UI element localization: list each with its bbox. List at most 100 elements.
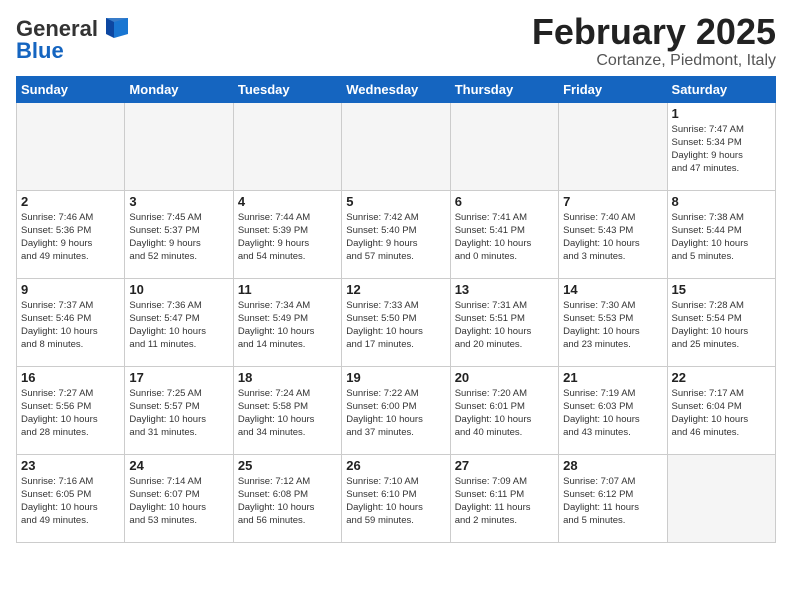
calendar-cell: 14 Sunrise: 7:30 AM Sunset: 5:53 PM Dayli… [559,278,667,366]
day-info: Sunrise: 7:17 AM Sunset: 6:04 PM Dayligh… [672,387,771,440]
day-info: Sunrise: 7:34 AM Sunset: 5:49 PM Dayligh… [238,299,337,352]
day-info: Sunrise: 7:31 AM Sunset: 5:51 PM Dayligh… [455,299,554,352]
calendar-cell: 1 Sunrise: 7:47 AM Sunset: 5:34 PM Daylig… [667,102,775,190]
logo: General Blue [16,16,130,64]
day-number: 12 [346,282,445,297]
calendar-week-2: 9 Sunrise: 7:37 AM Sunset: 5:46 PM Daylig… [17,278,776,366]
day-number: 20 [455,370,554,385]
weekday-header-row: Sunday Monday Tuesday Wednesday Thursday… [17,76,776,102]
day-number: 8 [672,194,771,209]
calendar-cell: 15 Sunrise: 7:28 AM Sunset: 5:54 PM Dayli… [667,278,775,366]
day-info: Sunrise: 7:36 AM Sunset: 5:47 PM Dayligh… [129,299,228,352]
day-info: Sunrise: 7:44 AM Sunset: 5:39 PM Dayligh… [238,211,337,264]
day-info: Sunrise: 7:14 AM Sunset: 6:07 PM Dayligh… [129,475,228,528]
logo-icon [98,16,130,42]
day-number: 26 [346,458,445,473]
calendar-cell: 6 Sunrise: 7:41 AM Sunset: 5:41 PM Daylig… [450,190,558,278]
calendar-cell: 28Sunrise: 7:07 AM Sunset: 6:12 PM Dayli… [559,454,667,542]
calendar-cell: 26 Sunrise: 7:10 AM Sunset: 6:10 PM Dayli… [342,454,450,542]
calendar-cell [450,102,558,190]
header-thursday: Thursday [450,76,558,102]
page-container: General Blue February 2025 Cortanze, Pie… [0,0,792,551]
day-number: 17 [129,370,228,385]
day-number: 14 [563,282,662,297]
logo-text: General Blue [16,16,130,64]
calendar-week-1: 2 Sunrise: 7:46 AM Sunset: 5:36 PM Daylig… [17,190,776,278]
day-info: Sunrise: 7:24 AM Sunset: 5:58 PM Dayligh… [238,387,337,440]
calendar-cell: 13 Sunrise: 7:31 AM Sunset: 5:51 PM Dayli… [450,278,558,366]
day-number: 9 [21,282,120,297]
calendar-week-4: 23 Sunrise: 7:16 AM Sunset: 6:05 PM Dayli… [17,454,776,542]
month-title: February 2025 [532,12,776,52]
day-number: 25 [238,458,337,473]
day-info: Sunrise: 7:22 AM Sunset: 6:00 PM Dayligh… [346,387,445,440]
day-info: Sunrise: 7:37 AM Sunset: 5:46 PM Dayligh… [21,299,120,352]
header: General Blue February 2025 Cortanze, Pie… [16,12,776,70]
day-number: 7 [563,194,662,209]
calendar-week-3: 16 Sunrise: 7:27 AM Sunset: 5:56 PM Dayli… [17,366,776,454]
calendar-cell: 25 Sunrise: 7:12 AM Sunset: 6:08 PM Dayli… [233,454,341,542]
header-sunday: Sunday [17,76,125,102]
day-info: Sunrise: 7:10 AM Sunset: 6:10 PM Dayligh… [346,475,445,528]
header-wednesday: Wednesday [342,76,450,102]
calendar-cell: 16 Sunrise: 7:27 AM Sunset: 5:56 PM Dayli… [17,366,125,454]
day-number: 15 [672,282,771,297]
day-info: Sunrise: 7:25 AM Sunset: 5:57 PM Dayligh… [129,387,228,440]
day-info: Sunrise: 7:30 AM Sunset: 5:53 PM Dayligh… [563,299,662,352]
day-info: Sunrise: 7:12 AM Sunset: 6:08 PM Dayligh… [238,475,337,528]
day-number: 21 [563,370,662,385]
day-info: Sunrise: 7:42 AM Sunset: 5:40 PM Dayligh… [346,211,445,264]
header-tuesday: Tuesday [233,76,341,102]
calendar-cell: 11 Sunrise: 7:34 AM Sunset: 5:49 PM Dayli… [233,278,341,366]
calendar-cell [233,102,341,190]
day-number: 2 [21,194,120,209]
day-info: Sunrise: 7:46 AM Sunset: 5:36 PM Dayligh… [21,211,120,264]
header-monday: Monday [125,76,233,102]
calendar-cell: 7 Sunrise: 7:40 AM Sunset: 5:43 PM Daylig… [559,190,667,278]
day-number: 16 [21,370,120,385]
calendar-cell: 23 Sunrise: 7:16 AM Sunset: 6:05 PM Dayli… [17,454,125,542]
calendar-cell [667,454,775,542]
day-number: 3 [129,194,228,209]
calendar-cell [559,102,667,190]
calendar-cell: 22 Sunrise: 7:17 AM Sunset: 6:04 PM Dayli… [667,366,775,454]
day-info: Sunrise: 7:45 AM Sunset: 5:37 PM Dayligh… [129,211,228,264]
day-number: 22 [672,370,771,385]
day-info: Sunrise: 7:41 AM Sunset: 5:41 PM Dayligh… [455,211,554,264]
day-number: 28 [563,458,662,473]
day-number: 23 [21,458,120,473]
header-saturday: Saturday [667,76,775,102]
calendar-cell: 17 Sunrise: 7:25 AM Sunset: 5:57 PM Dayli… [125,366,233,454]
calendar-cell: 4Sunrise: 7:44 AM Sunset: 5:39 PM Daylig… [233,190,341,278]
title-block: February 2025 Cortanze, Piedmont, Italy [532,12,776,70]
day-number: 10 [129,282,228,297]
day-info: Sunrise: 7:40 AM Sunset: 5:43 PM Dayligh… [563,211,662,264]
calendar-cell: 18Sunrise: 7:24 AM Sunset: 5:58 PM Dayli… [233,366,341,454]
day-info: Sunrise: 7:16 AM Sunset: 6:05 PM Dayligh… [21,475,120,528]
calendar-cell: 10 Sunrise: 7:36 AM Sunset: 5:47 PM Dayli… [125,278,233,366]
calendar-cell [342,102,450,190]
calendar-cell: 2 Sunrise: 7:46 AM Sunset: 5:36 PM Daylig… [17,190,125,278]
day-info: Sunrise: 7:27 AM Sunset: 5:56 PM Dayligh… [21,387,120,440]
day-number: 1 [672,106,771,121]
day-number: 11 [238,282,337,297]
calendar-cell: 3 Sunrise: 7:45 AM Sunset: 5:37 PM Daylig… [125,190,233,278]
location: Cortanze, Piedmont, Italy [532,52,776,70]
day-number: 24 [129,458,228,473]
day-number: 5 [346,194,445,209]
calendar-cell: 27Sunrise: 7:09 AM Sunset: 6:11 PM Dayli… [450,454,558,542]
calendar-cell: 24 Sunrise: 7:14 AM Sunset: 6:07 PM Dayli… [125,454,233,542]
day-number: 6 [455,194,554,209]
day-number: 27 [455,458,554,473]
day-info: Sunrise: 7:28 AM Sunset: 5:54 PM Dayligh… [672,299,771,352]
day-info: Sunrise: 7:47 AM Sunset: 5:34 PM Dayligh… [672,123,771,176]
calendar-cell [17,102,125,190]
calendar-cell: 9 Sunrise: 7:37 AM Sunset: 5:46 PM Daylig… [17,278,125,366]
calendar-table: Sunday Monday Tuesday Wednesday Thursday… [16,76,776,543]
calendar-cell: 20Sunrise: 7:20 AM Sunset: 6:01 PM Dayli… [450,366,558,454]
day-number: 13 [455,282,554,297]
day-number: 19 [346,370,445,385]
calendar-cell: 19 Sunrise: 7:22 AM Sunset: 6:00 PM Dayli… [342,366,450,454]
calendar-cell: 5 Sunrise: 7:42 AM Sunset: 5:40 PM Daylig… [342,190,450,278]
calendar-cell [125,102,233,190]
